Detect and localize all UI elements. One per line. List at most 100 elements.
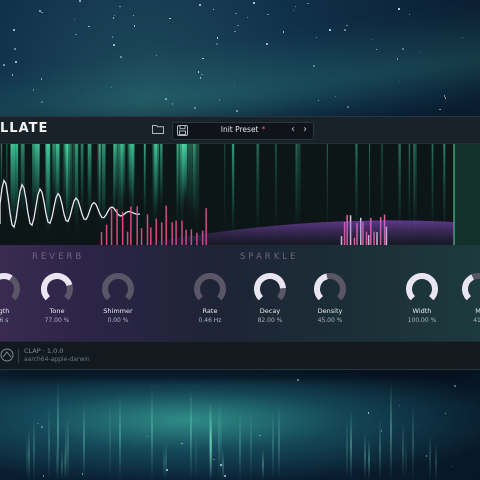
plugin-window: LLATE Init Preset* ‹ › REVERB SPARKLE gt… xyxy=(0,116,480,370)
folder-icon[interactable] xyxy=(152,124,164,134)
spectrum-band xyxy=(16,144,18,213)
aurora-streak xyxy=(218,399,221,480)
knob-mix-value: 41. xyxy=(473,317,480,324)
aurora-streak xyxy=(390,380,393,480)
spectrum-band xyxy=(143,144,146,228)
spark-bar xyxy=(165,205,167,245)
star xyxy=(294,5,297,8)
knob-tone-label: Tone xyxy=(49,307,65,315)
footer-bar: CLAP · 1.0.0 aarch64-apple-darwin xyxy=(0,341,480,369)
knob-mix-label: M xyxy=(448,307,480,315)
knob-tone-dial[interactable] xyxy=(40,272,74,306)
spectrum-band xyxy=(129,144,134,216)
aurora-streaks xyxy=(0,368,480,480)
spark-bar xyxy=(110,208,113,245)
spark-bar xyxy=(126,231,129,245)
knob-rate-dial[interactable] xyxy=(193,272,227,306)
knob-width-label: Width xyxy=(412,307,432,315)
star xyxy=(199,4,201,6)
spectrum-band xyxy=(10,144,13,219)
star xyxy=(234,30,236,33)
previous-preset-button[interactable]: ‹ xyxy=(291,124,295,135)
knob-shimmer-label: Shimmer xyxy=(103,307,133,315)
aurora-streak xyxy=(194,430,197,480)
star xyxy=(13,29,15,31)
spectrum-band xyxy=(133,144,135,207)
knob-shimmer-dial[interactable] xyxy=(101,272,135,306)
knob-density-value: 45.00 % xyxy=(317,317,343,324)
aurora-streak xyxy=(60,450,63,480)
spark-bar xyxy=(155,218,157,245)
spectrum-band xyxy=(72,144,76,232)
section-label-sparkle: SPARKLE xyxy=(240,252,299,262)
star xyxy=(307,2,309,5)
aurora-streak xyxy=(108,399,111,480)
knob-decay-dial[interactable] xyxy=(253,272,287,306)
spectrum-band xyxy=(176,144,182,214)
spark-bar xyxy=(105,224,108,245)
spectrum-band xyxy=(160,144,163,217)
platform-label: aarch64-apple-darwin xyxy=(24,356,90,363)
spectrum-band xyxy=(231,144,235,245)
knob-mix-dial[interactable] xyxy=(461,272,480,306)
knob-width-dial[interactable] xyxy=(405,272,439,306)
preset-selector[interactable]: Init Preset * ‹ › xyxy=(172,122,314,140)
star xyxy=(398,8,400,10)
knob-density-dial[interactable] xyxy=(313,272,347,306)
aurora-streak xyxy=(208,400,211,480)
star xyxy=(132,14,135,16)
knob-width-value: 100.00 % xyxy=(407,317,437,324)
star xyxy=(119,5,121,8)
knob-value-arc xyxy=(462,274,475,301)
star xyxy=(267,13,269,16)
knob-length-dial[interactable] xyxy=(0,272,21,306)
next-preset-button[interactable]: › xyxy=(303,124,307,135)
spark-bar xyxy=(116,209,118,245)
spectrum-band xyxy=(52,144,56,205)
star xyxy=(439,108,441,111)
star xyxy=(113,14,116,16)
knob-track xyxy=(102,273,134,301)
spectrum-band xyxy=(192,144,196,230)
aurora-streak xyxy=(164,442,167,480)
footer-separator xyxy=(18,349,19,363)
plugin-format-version: CLAP · 1.0.0 xyxy=(24,347,64,355)
spectrum-band xyxy=(114,144,118,210)
spectrum-visualizer xyxy=(0,144,480,245)
star xyxy=(75,33,77,36)
aurora-streak xyxy=(238,412,241,480)
star xyxy=(292,9,295,12)
knob-shimmer-value: 0.00 % xyxy=(107,317,129,324)
spectrum-band xyxy=(182,144,187,212)
aurora-streak xyxy=(28,428,31,480)
spark-bar xyxy=(146,214,149,245)
aurora-streak xyxy=(278,403,281,480)
spectrum-edge xyxy=(454,144,480,245)
aurora-streak xyxy=(261,448,264,480)
spectrum-band xyxy=(45,144,47,207)
aurora-streak xyxy=(32,415,35,480)
aurora-logo-icon xyxy=(0,348,14,362)
spectrum-band xyxy=(58,144,61,212)
star xyxy=(235,12,237,15)
spectrum-band xyxy=(224,144,226,245)
spark-bar xyxy=(130,206,132,245)
star xyxy=(112,17,115,19)
spectrum-band xyxy=(66,144,69,225)
aurora-streak xyxy=(221,449,224,480)
star xyxy=(111,36,114,38)
preset-name-text: Init Preset xyxy=(220,125,259,134)
knob-value-arc xyxy=(0,273,13,281)
spark-bar xyxy=(121,212,124,245)
star xyxy=(169,17,171,20)
spectrum-band xyxy=(118,144,123,211)
spectrum-band xyxy=(154,144,160,218)
aurora-streak xyxy=(249,410,252,480)
knob-decay-value: 82.00 % xyxy=(257,317,283,324)
aurora-streak xyxy=(379,417,382,480)
spark-bar xyxy=(136,206,138,245)
plugin-title: LLATE xyxy=(0,121,49,136)
section-label-reverb: REVERB xyxy=(32,252,85,262)
aurora-streak xyxy=(411,402,414,480)
aurora-streak xyxy=(118,395,121,480)
